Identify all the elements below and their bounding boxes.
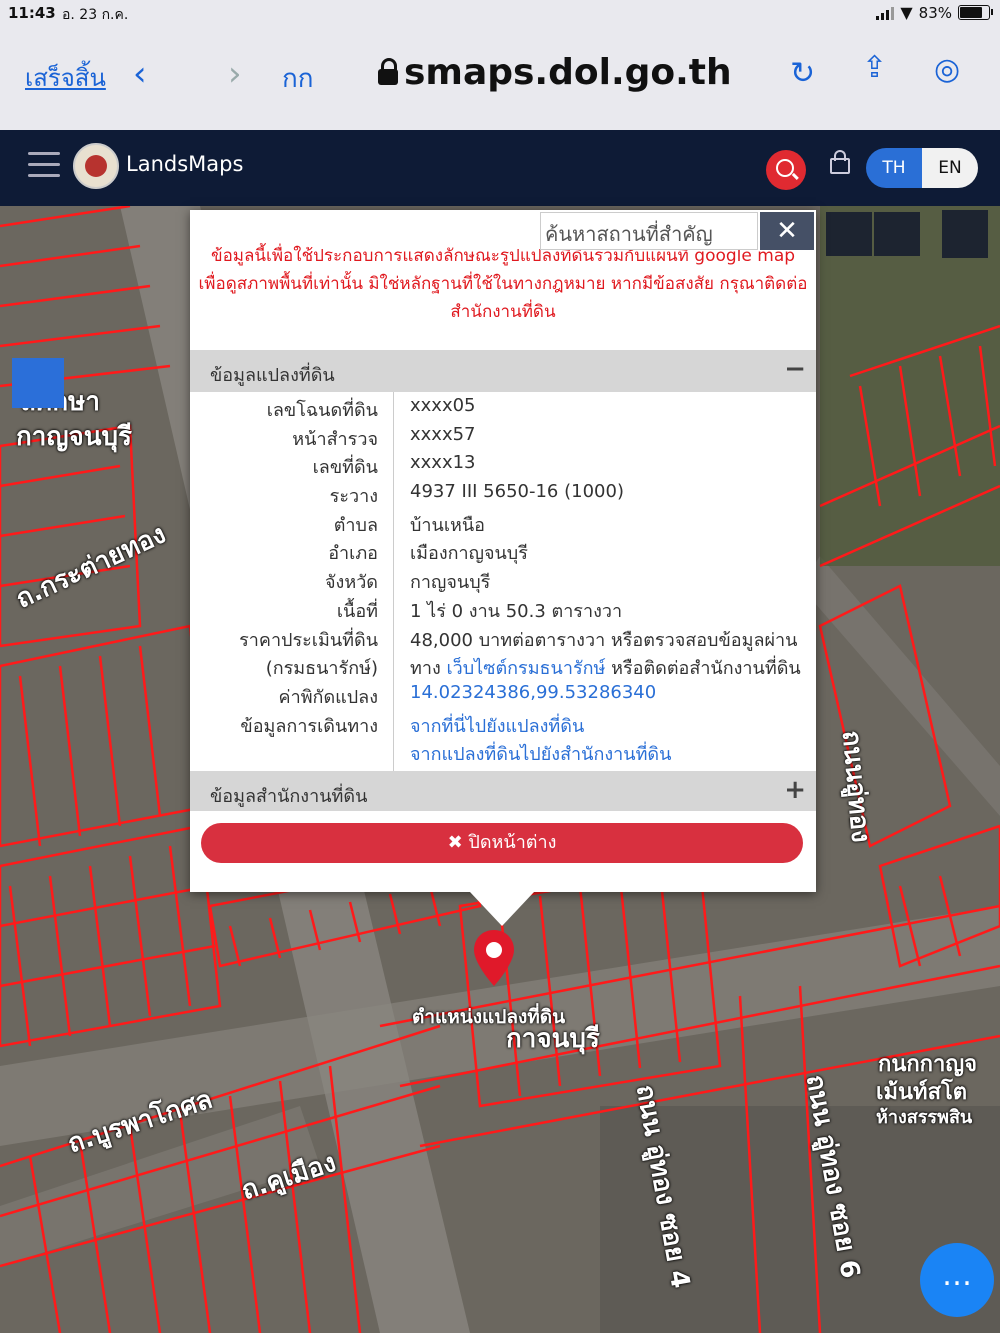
layers-icon[interactable] (942, 210, 988, 258)
battery-level (960, 7, 982, 18)
address-bar[interactable]: smaps.dol.go.th (378, 52, 732, 93)
label-travel: ข้อมูลการเดินทาง (240, 715, 378, 737)
browser-toolbar: เสร็จสิ้น ‹ › กก smaps.dol.go.th ↻ ⇪ ◎ (0, 28, 1000, 130)
close-window-label: ปิดหน้าต่าง (468, 832, 557, 853)
lang-th-button[interactable]: TH (866, 148, 922, 188)
location-pin-icon[interactable] (472, 928, 516, 988)
row-subdistrict: ตำบล บ้านเหนือ (190, 507, 816, 536)
collapse-icon[interactable]: − (784, 354, 806, 384)
map-label-school-2: กาญจนบุรี (16, 422, 132, 452)
parcel-info-table: เลขโฉนดที่ดิน xxxx05 หน้าสำรวจ xxxx57 เลขท… (190, 392, 816, 765)
forward-icon[interactable]: › (228, 54, 242, 94)
label-coord: ค่าพิกัดแปลง (278, 686, 378, 708)
value-subdistrict: บ้านเหนือ (410, 514, 485, 536)
more-options-button[interactable]: … (920, 1243, 994, 1317)
section-office-header[interactable]: ข้อมูลสำนักงานที่ดิน + (190, 771, 816, 811)
label-subdistrict: ตำบล (333, 514, 378, 536)
menu-icon[interactable] (28, 152, 60, 185)
back-icon[interactable]: ‹ (133, 54, 147, 94)
done-button[interactable]: เสร็จสิ้น (25, 58, 106, 97)
measure-tool-icon[interactable] (12, 358, 64, 408)
url-text: smaps.dol.go.th (404, 52, 732, 93)
label-survey: หน้าสำรวจ (292, 428, 378, 450)
grid-icon[interactable] (874, 212, 920, 256)
value-land-no: xxxx13 (410, 452, 476, 474)
row-travel: ข้อมูลการเดินทาง จากที่นี่ไปยังแปลงที่ดิน (190, 708, 816, 737)
value-province: กาญจนบุรี (410, 572, 491, 594)
wifi-icon: ▼ (900, 3, 913, 22)
row-coord: ค่าพิกัดแปลง 14.02324386,99.53286340 (190, 679, 816, 708)
label-province: จังหวัด (325, 572, 378, 594)
section-office-title: ข้อมูลสำนักงานที่ดิน (210, 786, 368, 807)
row-survey: หน้าสำรวจ xxxx57 (190, 421, 816, 450)
search-icon[interactable] (766, 150, 806, 190)
app-header: LandsMaps TH EN (0, 130, 1000, 206)
row-travel-2: จากแปลงที่ดินไปยังสำนักงานที่ดิน (190, 736, 816, 765)
map-label-place: กาจนบุรี (506, 1024, 600, 1054)
row-price-2: (กรมธนารักษ์) ทาง เว็บไซต์กรมธนารักษ์ หรื… (190, 650, 816, 679)
value-price: 48,000 บาทต่อตารางวา หรือตรวจสอบข้อมูลผ่… (410, 629, 798, 651)
text-size-button[interactable]: กก (282, 58, 313, 99)
label-district: อำเภอ (328, 543, 378, 565)
disclaimer-line-2: เพื่อดูสภาพพื้นที่เท่านั้น มิใช่หลักฐานท… (198, 274, 808, 294)
close-window-button[interactable]: ✖ ปิดหน้าต่าง (201, 823, 803, 863)
dol-logo (73, 143, 119, 189)
value-area: 1 ไร่ 0 งาน 50.3 ตารางวา (410, 600, 623, 622)
row-sheet: ระวาง 4937 III 5650-16 (1000) (190, 478, 816, 507)
parcel-info-popup: ข้อมูลนี้เพื่อใช้ประกอบการแสดงลักษณะรูปแ… (190, 210, 816, 926)
row-land-no: เลขที่ดิน xxxx13 (190, 449, 816, 478)
status-right: ▼ 83% (876, 3, 993, 22)
section-parcel-header[interactable]: ข้อมูลแปลงที่ดิน − (190, 350, 816, 392)
place-search-placeholder: ค้นหาสถานที่สำคัญ (545, 222, 713, 246)
login-lock-icon[interactable] (830, 150, 850, 174)
brand-title: LandsMaps (126, 152, 244, 176)
price-suffix: หรือติดต่อสำนักงานที่ดิน (605, 658, 801, 680)
place-search-input[interactable]: ค้นหาสถานที่สำคัญ (540, 212, 758, 250)
language-toggle: TH EN (866, 148, 978, 188)
price-prefix: ทาง (410, 658, 447, 680)
coord-link[interactable]: 14.02324386,99.53286340 (410, 682, 656, 703)
home-icon[interactable] (826, 212, 872, 256)
row-price: ราคาประเมินที่ดิน 48,000 บาทต่อตารางวา หร… (190, 622, 816, 651)
label-deed-no: เลขโฉนดที่ดิน (266, 400, 378, 421)
map-label-shop-3: ห้างสรรพสิน (876, 1107, 973, 1128)
directions-to-office-link[interactable]: จากแปลงที่ดินไปยังสำนักงานที่ดิน (410, 739, 671, 768)
value-sheet: 4937 III 5650-16 (1000) (410, 481, 624, 503)
battery-icon (958, 5, 993, 20)
battery-percent: 83% (918, 3, 952, 22)
status-bar: 11:43 อ. 23 ก.ค. ▼ 83% (0, 0, 1000, 28)
value-survey: xxxx57 (410, 423, 476, 445)
close-icon: ✖ (447, 832, 469, 853)
status-date: อ. 23 ก.ค. (62, 7, 129, 23)
share-icon[interactable]: ⇪ (862, 50, 887, 85)
row-province: จังหวัด กาญจนบุรี (190, 564, 816, 593)
value-district: เมืองกาญจนบุรี (410, 543, 528, 565)
compass-icon[interactable]: ◎ (934, 52, 960, 87)
label-price: ราคาประเมินที่ดิน (239, 629, 378, 651)
row-district: อำเภอ เมืองกาญจนบุรี (190, 535, 816, 564)
lang-en-button[interactable]: EN (922, 148, 978, 188)
row-deed-no: เลขโฉนดที่ดิน xxxx05 (190, 392, 816, 421)
signal-icon (876, 6, 895, 20)
directions-to-parcel-link[interactable]: จากที่นี่ไปยังแปลงที่ดิน (410, 711, 584, 740)
label-land-no: เลขที่ดิน (312, 457, 378, 479)
label-price-2: (กรมธนารักษ์) (265, 658, 378, 680)
section-parcel-title: ข้อมูลแปลงที่ดิน (210, 365, 335, 386)
treasury-website-link[interactable]: เว็บไซต์กรมธนารักษ์ (446, 658, 605, 679)
status-time: 11:43 (8, 4, 56, 22)
expand-icon[interactable]: + (784, 775, 806, 805)
value-price-2: ทาง เว็บไซต์กรมธนารักษ์ หรือติดต่อสำนักง… (410, 653, 801, 682)
reload-icon[interactable]: ↻ (790, 56, 815, 91)
label-area: เนื้อที่ (336, 600, 378, 622)
row-area: เนื้อที่ 1 ไร่ 0 งาน 50.3 ตารางวา (190, 593, 816, 622)
value-deed-no: xxxx05 (410, 395, 476, 416)
disclaimer-text: ข้อมูลนี้เพื่อใช้ประกอบการแสดงลักษณะรูปแ… (190, 242, 816, 326)
search-clear-icon[interactable]: ✕ (760, 212, 814, 250)
lock-icon (378, 57, 398, 85)
label-sheet: ระวาง (329, 486, 378, 508)
disclaimer-line-3: สำนักงานที่ดิน (450, 302, 556, 322)
